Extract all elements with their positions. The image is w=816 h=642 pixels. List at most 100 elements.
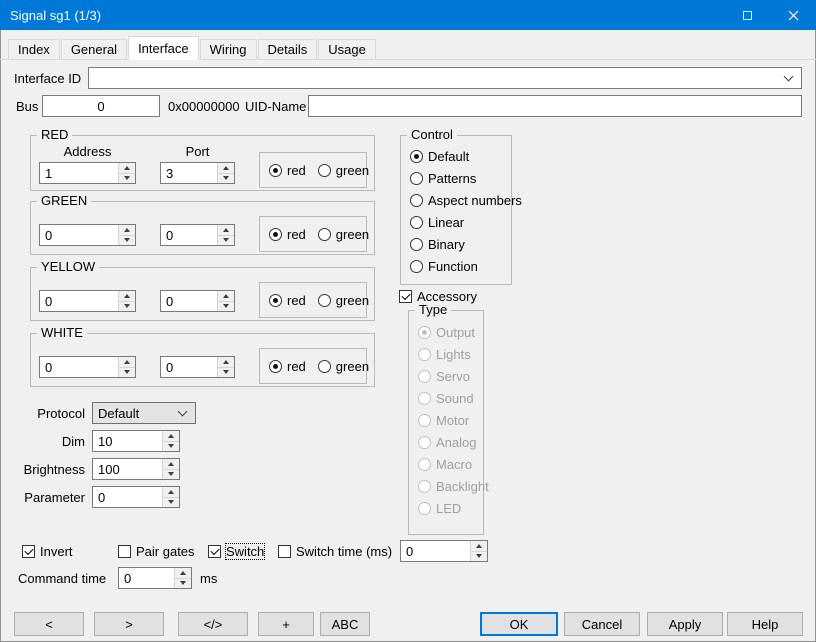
- pair-gates-checkbox[interactable]: Pair gates: [118, 544, 195, 559]
- spin-up-button[interactable]: [118, 163, 135, 173]
- spin-up-button[interactable]: [162, 487, 179, 497]
- white-address-value: 0: [40, 360, 118, 375]
- command-time-spinbox[interactable]: 0: [118, 567, 192, 589]
- abc-button[interactable]: ABC: [320, 612, 370, 636]
- radio-icon: [318, 294, 331, 307]
- radio-selected-icon: [269, 294, 282, 307]
- ok-button[interactable]: OK: [480, 612, 558, 636]
- spin-down-button[interactable]: [217, 173, 234, 184]
- add-button[interactable]: +: [258, 612, 314, 636]
- interface-id-label: Interface ID: [14, 71, 81, 87]
- white-port-spinbox[interactable]: 0: [160, 356, 235, 378]
- tab-wiring[interactable]: Wiring: [200, 39, 257, 59]
- red-radio-red[interactable]: red: [269, 163, 306, 178]
- green-radio-green[interactable]: green: [318, 227, 369, 242]
- dim-spinbox[interactable]: 10: [92, 430, 180, 452]
- green-port-spinbox[interactable]: 0: [160, 224, 235, 246]
- control-option-patterns[interactable]: Patterns: [410, 171, 522, 186]
- invert-checkbox[interactable]: Invert: [22, 544, 73, 559]
- control-option-binary[interactable]: Binary: [410, 237, 522, 252]
- spin-up-button[interactable]: [217, 163, 234, 173]
- spin-up-button[interactable]: [162, 431, 179, 441]
- down-arrow-icon: [124, 370, 130, 374]
- spin-down-button[interactable]: [118, 235, 135, 246]
- green-radio-red[interactable]: red: [269, 227, 306, 242]
- close-button[interactable]: [770, 0, 816, 30]
- yellow-address-spinbox[interactable]: 0: [39, 290, 136, 312]
- spin-up-button[interactable]: [162, 459, 179, 469]
- radio-label: Servo: [436, 369, 470, 384]
- apply-button[interactable]: Apply: [647, 612, 723, 636]
- spin-up-button[interactable]: [217, 357, 234, 367]
- down-arrow-icon: [223, 370, 229, 374]
- up-arrow-icon: [223, 228, 229, 232]
- spin-down-button[interactable]: [162, 469, 179, 480]
- tab-general[interactable]: General: [61, 39, 127, 59]
- switch-time-checkbox[interactable]: Switch time (ms): [278, 544, 392, 559]
- uid-name-field[interactable]: [308, 95, 802, 117]
- type-group-legend: Type: [415, 302, 451, 318]
- prev-button[interactable]: <: [14, 612, 84, 636]
- tab-interface[interactable]: Interface: [128, 36, 199, 60]
- red-radio-green[interactable]: green: [318, 163, 369, 178]
- control-option-default[interactable]: Default: [410, 149, 522, 164]
- switch-time-value: 0: [401, 544, 470, 559]
- white-group-legend: WHITE: [37, 325, 87, 341]
- switch-checkbox[interactable]: Switch: [208, 544, 264, 559]
- checkbox-label: Switch: [226, 544, 264, 559]
- spin-down-button[interactable]: [118, 173, 135, 184]
- chevron-down-icon: [784, 72, 794, 82]
- maximize-button[interactable]: [724, 0, 770, 30]
- tab-usage[interactable]: Usage: [318, 39, 376, 59]
- spin-up-button[interactable]: [217, 225, 234, 235]
- control-option-linear[interactable]: Linear: [410, 215, 522, 230]
- spin-down-button[interactable]: [118, 301, 135, 312]
- spin-down-button[interactable]: [217, 301, 234, 312]
- red-address-spinbox[interactable]: 1: [39, 162, 136, 184]
- down-arrow-icon: [223, 176, 229, 180]
- spin-down-button[interactable]: [162, 497, 179, 508]
- bus-field[interactable]: 0: [42, 95, 160, 117]
- control-option-aspect-numbers[interactable]: Aspect numbers: [410, 193, 522, 208]
- red-port-spinbox[interactable]: 3: [160, 162, 235, 184]
- parameter-spinbox[interactable]: 0: [92, 486, 180, 508]
- yellow-radio-red[interactable]: red: [269, 293, 306, 308]
- yellow-radio-green[interactable]: green: [318, 293, 369, 308]
- switch-time-spinbox[interactable]: 0: [400, 540, 488, 562]
- type-options: Output Lights Servo Sound Motor Analog: [418, 325, 489, 516]
- protocol-combobox[interactable]: Default: [92, 402, 196, 424]
- tab-index[interactable]: Index: [8, 39, 60, 59]
- interface-id-combobox[interactable]: [88, 67, 802, 89]
- white-radio-green[interactable]: green: [318, 359, 369, 374]
- spin-up-button[interactable]: [174, 568, 191, 578]
- spin-down-button[interactable]: [217, 367, 234, 378]
- yellow-port-spinbox[interactable]: 0: [160, 290, 235, 312]
- type-option-lights: Lights: [418, 347, 489, 362]
- spin-up-button[interactable]: [118, 291, 135, 301]
- radio-icon: [410, 238, 423, 251]
- cancel-button[interactable]: Cancel: [564, 612, 640, 636]
- spin-up-button[interactable]: [118, 225, 135, 235]
- spin-up-button[interactable]: [217, 291, 234, 301]
- control-option-function[interactable]: Function: [410, 259, 522, 274]
- down-arrow-icon: [180, 581, 186, 585]
- spin-down-button[interactable]: [470, 551, 487, 562]
- green-address-spinbox[interactable]: 0: [39, 224, 136, 246]
- spin-down-button[interactable]: [118, 367, 135, 378]
- help-button[interactable]: Help: [727, 612, 803, 636]
- next-button[interactable]: >: [94, 612, 164, 636]
- spinner-buttons: [217, 225, 234, 245]
- spinner-buttons: [217, 357, 234, 377]
- spin-up-button[interactable]: [118, 357, 135, 367]
- spin-down-button[interactable]: [217, 235, 234, 246]
- type-option-backlight: Backlight: [418, 479, 489, 494]
- spin-down-button[interactable]: [162, 441, 179, 452]
- white-address-spinbox[interactable]: 0: [39, 356, 136, 378]
- code-button[interactable]: </>: [178, 612, 248, 636]
- spin-down-button[interactable]: [174, 578, 191, 589]
- tab-details[interactable]: Details: [258, 39, 318, 59]
- type-option-output: Output: [418, 325, 489, 340]
- brightness-spinbox[interactable]: 100: [92, 458, 180, 480]
- spin-up-button[interactable]: [470, 541, 487, 551]
- white-radio-red[interactable]: red: [269, 359, 306, 374]
